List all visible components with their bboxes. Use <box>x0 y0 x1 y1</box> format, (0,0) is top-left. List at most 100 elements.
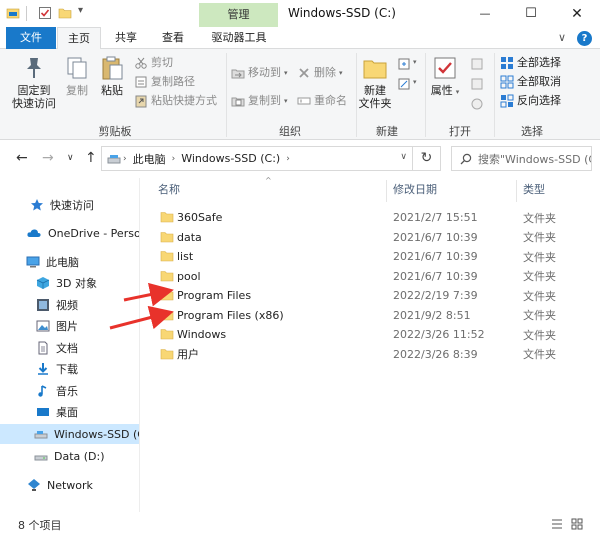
sort-ascending-icon: ^ <box>265 176 272 185</box>
nav-item-downloads[interactable]: 下载 <box>0 359 139 379</box>
tab-home[interactable]: 主页 <box>57 27 101 50</box>
copy-path-button[interactable]: 复制路径 <box>134 74 195 90</box>
customize-quick-access-dropdown[interactable]: ▾ <box>78 5 83 16</box>
up-button[interactable]: ↑ <box>85 150 97 166</box>
open-icon[interactable] <box>470 57 484 71</box>
folder-icon <box>160 348 174 359</box>
breadcrumb-chevron[interactable]: › <box>123 154 127 164</box>
tab-file[interactable]: 文件 <box>6 27 56 49</box>
nav-item-pictures[interactable]: 图片 <box>0 316 139 336</box>
back-button[interactable]: ← <box>16 150 28 166</box>
address-bar-row: ← → ∨ ↑ › 此电脑 › Windows-SSD (C:) › ∨ ↻ 搜… <box>0 140 600 178</box>
paste-button[interactable]: 粘贴 <box>97 55 127 97</box>
star-icon <box>31 199 43 211</box>
folder-icon <box>160 251 174 262</box>
move-to-button[interactable]: 移动到 ▾ <box>231 65 288 81</box>
help-icon[interactable]: ? <box>577 31 592 46</box>
close-button[interactable]: ✕ <box>554 0 600 27</box>
table-row[interactable]: 360Safe 2021/2/7 15:51 文件夹 <box>141 208 600 227</box>
column-separator[interactable] <box>516 180 517 202</box>
copy-button[interactable]: 复制 <box>62 55 92 97</box>
file-type: 文件夹 <box>523 328 556 342</box>
nav-item-videos[interactable]: 视频 <box>0 295 139 315</box>
address-bar[interactable]: › 此电脑 › Windows-SSD (C:) › ∨ <box>101 146 413 171</box>
invert-selection-button[interactable]: 反向选择 <box>500 93 561 109</box>
nav-item-quick-access[interactable]: 快速访问 <box>0 195 139 215</box>
nav-item-this-pc[interactable]: 此电脑 <box>0 252 139 272</box>
large-icons-view-icon[interactable] <box>570 517 584 531</box>
nav-item-label: 视频 <box>56 299 78 312</box>
breadcrumb-drive-c[interactable]: Windows-SSD (C:) <box>181 152 280 165</box>
select-all-button[interactable]: 全部选择 <box>500 55 561 71</box>
rename-button[interactable]: 重命名 <box>297 93 347 109</box>
copy-to-button[interactable]: 复制到 ▾ <box>231 93 288 109</box>
select-none-button[interactable]: 全部取消 <box>500 74 561 90</box>
search-input[interactable]: 搜索"Windows-SSD (C:)" <box>451 146 592 171</box>
nav-item-3d-objects[interactable]: 3D 对象 <box>0 273 139 293</box>
minimize-button[interactable]: — <box>462 0 508 27</box>
table-row[interactable]: 用户 2022/3/26 8:39 文件夹 <box>141 345 600 364</box>
tab-manage-context[interactable]: 管理 <box>199 3 278 27</box>
table-row[interactable]: list 2021/6/7 10:39 文件夹 <box>141 247 600 266</box>
table-row[interactable]: data 2021/6/7 10:39 文件夹 <box>141 228 600 247</box>
ribbon-separator <box>494 53 495 137</box>
edit-icon[interactable] <box>470 77 484 91</box>
breadcrumb-chevron[interactable]: › <box>172 154 176 164</box>
forward-button[interactable]: → <box>42 150 54 166</box>
column-header-name[interactable]: 名称 <box>158 178 180 202</box>
address-history-dropdown[interactable]: ∨ <box>400 152 407 162</box>
paste-shortcut-button[interactable]: 粘贴快捷方式 <box>134 93 217 109</box>
nav-item-network[interactable]: Network <box>0 475 139 495</box>
collapse-ribbon-icon[interactable]: ∨ <box>558 31 566 44</box>
drive-icon <box>34 431 48 439</box>
nav-item-label: 此电脑 <box>46 256 79 269</box>
minimize-icon: — <box>479 7 491 20</box>
column-separator[interactable] <box>386 180 387 202</box>
ribbon: 固定到 快速访问 复制 粘贴 剪切 复制路径 粘贴快捷方式 剪贴板 移动到 ▾ … <box>0 49 600 140</box>
table-row[interactable]: Program Files (x86) 2021/9/2 8:51 文件夹 <box>141 306 600 325</box>
table-row[interactable]: Windows 2022/3/26 11:52 文件夹 <box>141 325 600 344</box>
nav-item-drive-c[interactable]: Windows-SSD (C:) <box>0 424 139 444</box>
breadcrumb-this-pc[interactable]: 此电脑 <box>133 151 166 167</box>
nav-item-onedrive[interactable]: OneDrive - Personal <box>0 223 139 243</box>
nav-item-desktop[interactable]: 桌面 <box>0 402 139 422</box>
details-view-icon[interactable] <box>550 517 564 531</box>
column-header-type[interactable]: 类型 <box>523 178 545 202</box>
easy-access-icon[interactable] <box>397 77 411 91</box>
breadcrumb-chevron[interactable]: › <box>286 154 290 164</box>
history-icon[interactable] <box>470 97 484 111</box>
properties-button[interactable]: 属性 ▾ <box>428 55 462 99</box>
properties-caret: ▾ <box>455 88 460 96</box>
3d-objects-icon <box>36 277 50 289</box>
table-row[interactable]: pool 2021/6/7 10:39 文件夹 <box>141 267 600 286</box>
new-folder-quick-icon[interactable] <box>58 6 72 20</box>
maximize-button[interactable]: ☐ <box>508 0 554 27</box>
move-to-label: 移动到 <box>248 66 281 79</box>
ribbon-tab-row: 文件 主页 共享 查看 驱动器工具 ∨ ? <box>0 27 600 50</box>
nav-item-music[interactable]: 音乐 <box>0 381 139 401</box>
easy-access-caret[interactable]: ▾ <box>413 78 417 86</box>
properties-quick-icon[interactable] <box>38 6 52 20</box>
cut-button[interactable]: 剪切 <box>134 55 173 71</box>
delete-button[interactable]: 删除 ▾ <box>297 65 343 81</box>
tab-drive-tools[interactable]: 驱动器工具 <box>201 27 277 49</box>
new-item-icon[interactable] <box>397 57 411 71</box>
drive-icon <box>107 154 121 163</box>
file-explorer-window: ▾ 管理 Windows-SSD (C:) — ☐ ✕ 文件 主页 共享 查看 … <box>0 0 600 540</box>
tab-share[interactable]: 共享 <box>106 27 146 49</box>
recent-locations-dropdown[interactable]: ∨ <box>67 153 74 163</box>
column-header-date[interactable]: 修改日期 <box>393 178 437 202</box>
new-item-caret[interactable]: ▾ <box>413 58 417 66</box>
file-modified-date: 2021/6/7 10:39 <box>393 250 478 263</box>
copy-icon <box>67 57 87 79</box>
table-row[interactable]: Program Files 2022/2/19 7:39 文件夹 <box>141 286 600 305</box>
ribbon-separator <box>425 53 426 137</box>
nav-item-drive-d[interactable]: Data (D:) <box>0 446 139 466</box>
tab-view[interactable]: 查看 <box>152 27 194 49</box>
pin-to-quick-access-button[interactable]: 固定到 快速访问 <box>6 55 62 110</box>
rename-icon <box>297 97 311 105</box>
nav-item-documents[interactable]: 文档 <box>0 338 139 358</box>
refresh-button[interactable]: ↻ <box>413 146 441 171</box>
explorer-app-icon[interactable] <box>6 6 20 20</box>
new-folder-button[interactable]: 新建 文件夹 <box>358 55 392 110</box>
